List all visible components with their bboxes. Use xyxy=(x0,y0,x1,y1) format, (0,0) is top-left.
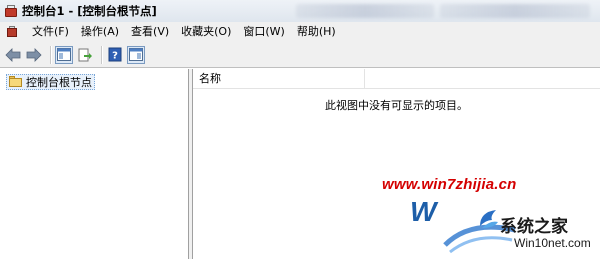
forward-arrow-icon[interactable] xyxy=(25,46,43,64)
column-header-name[interactable]: 名称 xyxy=(193,69,365,89)
watermark-site: Win10net.com xyxy=(514,236,591,250)
menu-window[interactable]: 窗口(W) xyxy=(237,22,290,42)
menu-favorites[interactable]: 收藏夹(O) xyxy=(175,22,237,42)
tree-node-console-root[interactable]: 控制台根节点 xyxy=(6,74,95,90)
window-title: 控制台1 - [控制台根节点] xyxy=(22,4,157,18)
toolbar: ? xyxy=(0,42,600,68)
console-tree-pane: 控制台根节点 xyxy=(0,69,189,259)
title-bar: 控制台1 - [控制台根节点] xyxy=(0,0,600,22)
watermark-win-letters-icon: W xyxy=(410,196,437,227)
blurred-title-text xyxy=(440,4,590,18)
watermark-brand: 系统之家 xyxy=(500,217,568,237)
toolbar-separator xyxy=(101,45,102,64)
menu-bar: 文件(F) 操作(A) 查看(V) 收藏夹(O) 窗口(W) 帮助(H) xyxy=(0,22,600,42)
show-hide-action-pane-icon[interactable] xyxy=(127,45,145,64)
menu-view[interactable]: 查看(V) xyxy=(125,22,175,42)
watermark-url: www.win7zhijia.cn xyxy=(382,176,517,193)
blurred-title-text xyxy=(296,4,434,18)
folder-icon xyxy=(8,76,23,88)
help-icon[interactable]: ? xyxy=(106,46,124,64)
console-app-icon[interactable] xyxy=(4,4,18,18)
menu-action[interactable]: 操作(A) xyxy=(75,22,125,42)
tree-node-label: 控制台根节点 xyxy=(26,76,92,89)
menu-help[interactable]: 帮助(H) xyxy=(291,22,342,42)
menu-file[interactable]: 文件(F) xyxy=(26,22,75,42)
back-arrow-icon[interactable] xyxy=(4,46,22,64)
svg-text:?: ? xyxy=(112,51,118,62)
toolbar-separator xyxy=(50,45,51,64)
list-column-header: 名称 xyxy=(193,69,600,89)
empty-view-message: 此视图中没有可显示的项目。 xyxy=(325,99,468,112)
document-menu-icon[interactable] xyxy=(6,26,18,38)
show-hide-console-tree-icon[interactable] xyxy=(55,45,73,64)
watermark-brand-icon xyxy=(480,210,498,228)
watermark-win-logo: W xyxy=(410,196,482,236)
export-list-icon[interactable] xyxy=(76,46,94,64)
